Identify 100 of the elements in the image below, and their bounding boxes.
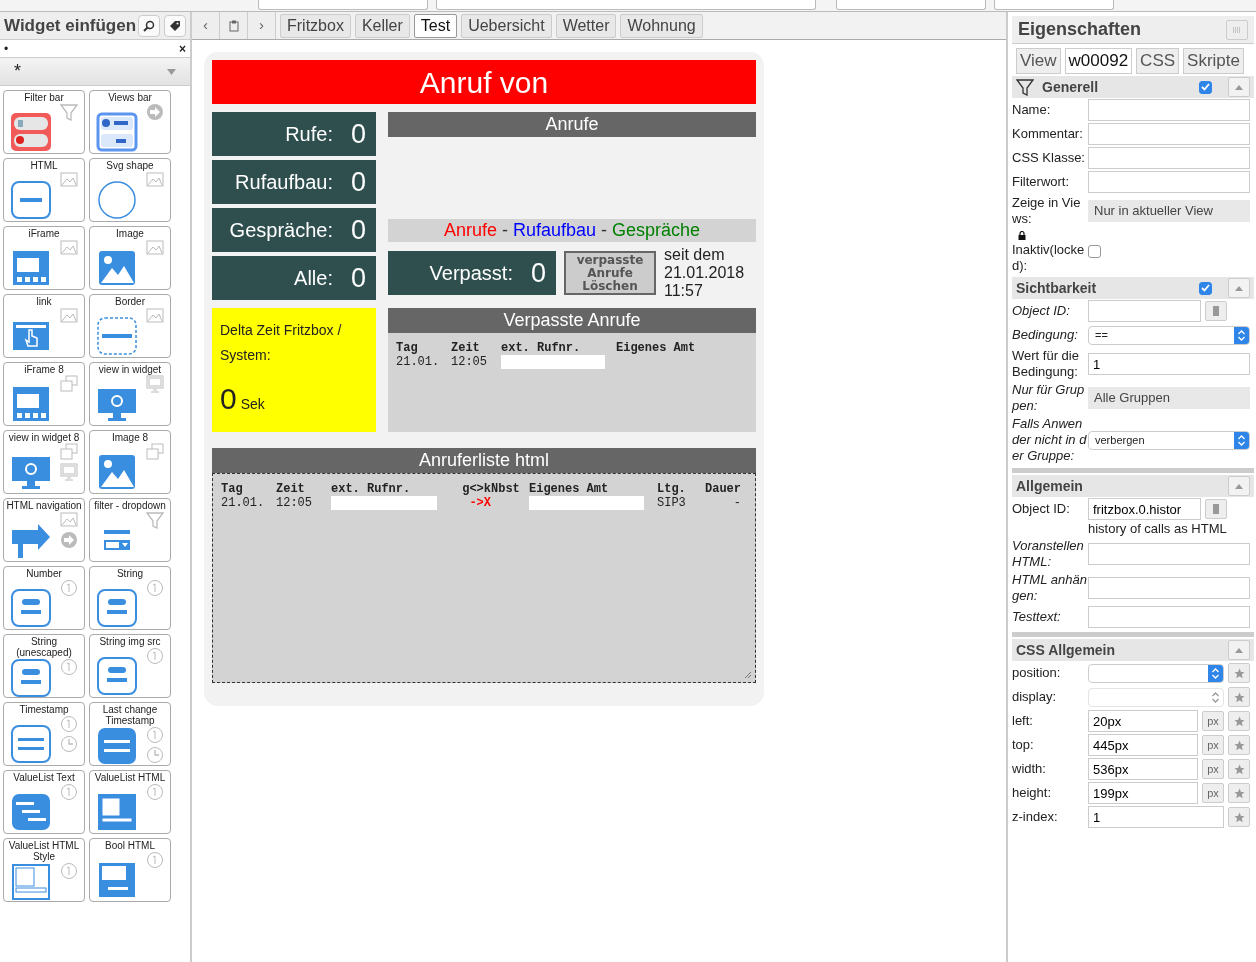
widget-tile[interactable]: Image [89,226,171,290]
widget-tile[interactable]: Timestamp [3,702,85,766]
section-header[interactable]: Generell [1012,76,1254,98]
text-field[interactable] [1088,577,1250,599]
section-header[interactable]: Allgemein [1012,475,1254,497]
select-field[interactable]: == [1088,325,1250,345]
page-tab[interactable]: Uebersicht [461,13,552,38]
properties-tab[interactable]: CSS [1136,48,1180,74]
unit-button[interactable]: px [1202,759,1224,779]
windows-icon [146,443,164,461]
checkbox[interactable] [1088,245,1101,258]
star-button[interactable] [1228,807,1250,827]
browse-button[interactable] [1205,301,1227,321]
select-field[interactable]: Nur in aktueller View [1088,200,1250,222]
text-field[interactable]: 1 [1088,806,1224,828]
widget-tile[interactable]: iFrame [3,226,85,290]
tile-label: Svg shape [105,160,155,171]
search-button[interactable] [138,14,160,37]
section-header[interactable]: CSS Allgemein [1012,639,1254,661]
section-checkbox[interactable] [1199,281,1212,295]
star-button[interactable] [1228,735,1250,755]
select-field[interactable]: verbergen [1088,430,1250,450]
select-field[interactable] [1088,663,1224,683]
select-field[interactable] [1088,687,1224,707]
page-tab[interactable]: Fritzbox [280,13,351,38]
star-button[interactable] [1228,783,1250,803]
text-field[interactable] [1088,171,1250,193]
text-field[interactable] [1088,123,1250,145]
properties-tab[interactable]: Skripte [1183,48,1244,74]
toolbar-field[interactable] [994,0,1114,10]
column-header: ext. Rufnr. [501,341,582,355]
widget-tile[interactable]: String (unescaped) [3,634,85,698]
unit-button[interactable]: px [1202,711,1224,731]
section-header[interactable]: Sichtbarkeit [1012,277,1254,299]
widget-tile[interactable]: view in widget [89,362,171,426]
collapse-button[interactable] [1228,278,1250,298]
toolbar-field[interactable] [836,0,986,10]
clipboard-button[interactable] [220,12,248,39]
widget-tile[interactable]: ValueList HTML Style [3,838,85,902]
browse-button[interactable] [1205,499,1227,519]
clear-missed-button[interactable]: verpasste Anrufe Löschen [564,251,656,295]
column-header: Eigenes Amt [616,341,697,355]
picture-icon [60,239,78,257]
widget-tile[interactable]: String img src [89,634,171,698]
widget-tile[interactable]: view in widget 8 [3,430,85,494]
collapse-button[interactable] [1228,640,1250,660]
close-icon[interactable]: × [179,39,186,58]
text-field[interactable]: 199px [1088,782,1198,804]
widget-tile[interactable]: link [3,294,85,358]
widget-preview-icon [10,588,52,628]
collapse-button[interactable] [1228,476,1250,496]
text-field[interactable]: 20px [1088,710,1198,732]
widget-tile[interactable]: Svg shape [89,158,171,222]
widget-tile[interactable]: filter - dropdown [89,498,171,562]
tag-button[interactable] [164,14,186,37]
widget-tile[interactable]: Image 8 [89,430,171,494]
widget-tile[interactable]: Filter bar [3,90,85,154]
collapse-button[interactable] [1228,77,1250,97]
field-label: top: [1012,737,1034,752]
star-button[interactable] [1228,759,1250,779]
text-field[interactable]: 536px [1088,758,1198,780]
page-tab[interactable]: Test [413,13,458,38]
text-field[interactable] [1088,543,1250,565]
section-checkbox[interactable] [1199,80,1212,94]
grip-button[interactable] [1226,19,1248,40]
widget-tile[interactable]: Views bar [89,90,171,154]
properties-tab[interactable]: w00092 [1064,48,1133,74]
properties-tab[interactable]: View [1016,48,1061,74]
unit-button[interactable]: px [1202,735,1224,755]
text-field[interactable] [1088,99,1250,121]
text-field[interactable] [1088,147,1250,169]
widget-tile[interactable]: Border [89,294,171,358]
page-tab[interactable]: Keller [354,13,410,38]
widget-tile[interactable]: Bool HTML [89,838,171,902]
widget-tile[interactable]: Number [3,566,85,630]
widget-tile[interactable]: ValueList HTML [89,770,171,834]
select-field[interactable]: Alle Gruppen [1088,387,1250,409]
text-field[interactable]: 1 [1088,353,1250,375]
text-field[interactable]: 445px [1088,734,1198,756]
text-field[interactable] [1088,606,1250,628]
star-button[interactable] [1228,711,1250,731]
toolbar-field[interactable] [436,0,816,10]
page-tab[interactable]: Wetter [555,13,617,38]
page-tab[interactable]: Wohnung [620,13,703,38]
toolbar-field[interactable] [258,0,428,10]
set-dropdown[interactable]: * [0,58,190,86]
tile-label: ValueList HTML Style [7,840,81,862]
widget-tile[interactable]: HTML navigation [3,498,85,562]
star-button[interactable] [1228,687,1250,707]
unit-button[interactable]: px [1202,783,1224,803]
widget-tile[interactable]: Last change Timestamp [89,702,171,766]
star-button[interactable] [1228,663,1250,683]
previous-button[interactable]: ‹ [192,12,220,39]
next-button[interactable]: › [248,12,276,39]
widget-tile[interactable]: String [89,566,171,630]
widget-tile[interactable]: HTML [3,158,85,222]
widget-tile[interactable]: ValueList Text [3,770,85,834]
text-field[interactable]: fritzbox.0.histor [1088,498,1201,520]
widget-tile[interactable]: iFrame 8 [3,362,85,426]
text-field[interactable] [1088,300,1201,322]
